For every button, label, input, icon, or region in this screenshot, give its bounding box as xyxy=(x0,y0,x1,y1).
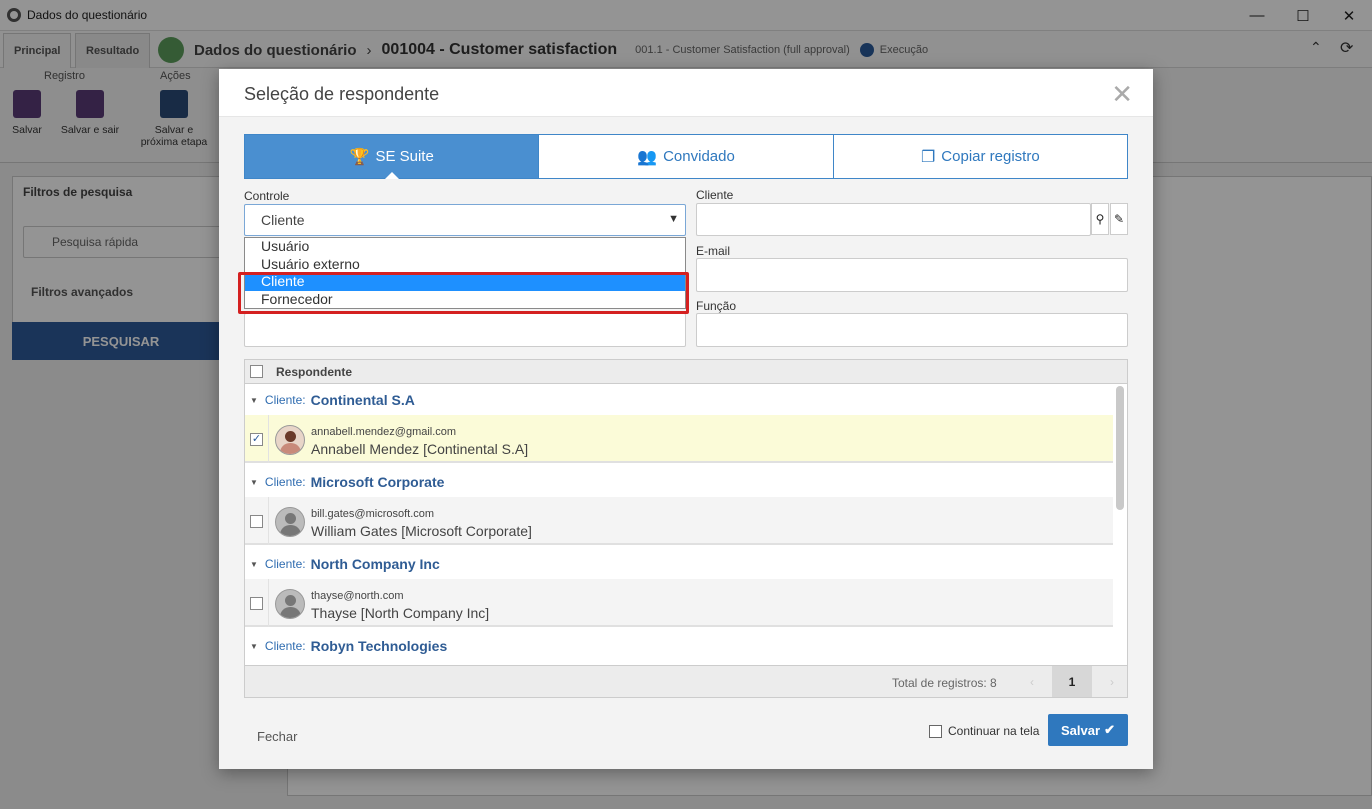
table-row[interactable]: bill.gates@microsoft.com William Gates [… xyxy=(245,497,1113,545)
select-all-checkbox[interactable] xyxy=(250,365,263,378)
close-icon[interactable]: ✕ xyxy=(1111,79,1133,110)
option-usuario-externo[interactable]: Usuário externo xyxy=(245,256,685,274)
respondent-email: thayse@north.com xyxy=(311,590,404,602)
cliente-label: Cliente xyxy=(696,188,734,202)
respondent-selection-dialog: Seleção de respondente ✕ 🏆 SE Suite 👥 Co… xyxy=(219,69,1153,769)
add-user-icon: 👥 xyxy=(637,148,658,166)
clear-icon[interactable]: ✎ xyxy=(1110,203,1128,235)
funcao-label: Função xyxy=(696,299,737,313)
cliente-input[interactable] xyxy=(696,203,1091,236)
hidden-field[interactable] xyxy=(244,313,686,347)
caret-down-icon: ▼ xyxy=(250,395,258,405)
respondent-name: William Gates [Microsoft Corporate] xyxy=(311,523,532,539)
save-dialog-button[interactable]: Salvar ✔ xyxy=(1048,714,1128,746)
respondent-email: annabell.mendez@gmail.com xyxy=(311,426,457,438)
caret-down-icon: ▼ xyxy=(250,477,258,487)
dialog-title: Seleção de respondente xyxy=(244,84,440,104)
email-field[interactable] xyxy=(696,258,1128,292)
option-usuario[interactable]: Usuário xyxy=(245,238,685,256)
respondent-grid: Respondente ▼ Cliente: Continental S.A ✓… xyxy=(244,359,1128,698)
tab-copiar-registro[interactable]: ❐ Copiar registro xyxy=(832,135,1127,178)
group-row[interactable]: ▼ Cliente: North Company Inc xyxy=(245,549,1113,579)
tab-convidado[interactable]: 👥 Convidado xyxy=(538,135,832,178)
avatar xyxy=(275,425,305,455)
caret-down-icon: ▼ xyxy=(250,559,258,569)
row-checkbox[interactable] xyxy=(250,515,263,528)
copy-icon: ❐ xyxy=(920,148,936,166)
avatar xyxy=(275,589,305,619)
grid-scrollbar[interactable] xyxy=(1116,386,1124,510)
grid-footer: Total de registros: 8 ‹ 1 › xyxy=(245,665,1127,697)
group-row[interactable]: ▼ Cliente: Continental S.A xyxy=(245,385,1113,415)
email-label: E-mail xyxy=(696,244,731,258)
respondent-email: bill.gates@microsoft.com xyxy=(311,508,435,520)
trophy-icon: 🏆 xyxy=(349,148,370,166)
avatar xyxy=(275,507,305,537)
dialog-header: Seleção de respondente ✕ xyxy=(219,69,1153,117)
group-row[interactable]: ▼ Cliente: Microsoft Corporate xyxy=(245,467,1113,497)
total-records: Total de registros: 8 xyxy=(892,676,997,690)
next-page-icon[interactable]: › xyxy=(1092,666,1127,697)
source-tabs: 🏆 SE Suite 👥 Convidado ❐ Copiar registro xyxy=(244,134,1128,179)
respondent-name: Annabell Mendez [Continental S.A] xyxy=(311,441,529,457)
row-checkbox[interactable] xyxy=(250,597,263,610)
prev-page-icon[interactable]: ‹ xyxy=(1012,666,1052,697)
continue-checkbox[interactable]: Continuar na tela xyxy=(929,724,1039,738)
respondent-name: Thayse [North Company Inc] xyxy=(311,605,490,621)
row-checkbox[interactable]: ✓ xyxy=(250,433,263,446)
caret-down-icon: ▼ xyxy=(250,641,258,651)
check-icon: ✔ xyxy=(1104,722,1115,737)
funcao-field[interactable] xyxy=(696,313,1128,347)
page-number[interactable]: 1 xyxy=(1052,666,1092,697)
chevron-down-icon: ▼ xyxy=(668,213,679,225)
group-row[interactable]: ▼ Cliente: Robyn Technologies xyxy=(245,631,1113,661)
annotation-highlight xyxy=(238,272,689,314)
column-respondente: Respondente xyxy=(276,365,353,379)
table-row[interactable]: ✓ annabell.mendez@gmail.com Annabell Men… xyxy=(245,415,1113,463)
grid-header: Respondente xyxy=(245,360,1127,384)
search-icon[interactable]: ⚲ xyxy=(1091,203,1109,235)
tab-se-suite[interactable]: 🏆 SE Suite xyxy=(245,135,539,179)
controle-select[interactable]: Cliente ▼ xyxy=(244,204,686,236)
checkbox[interactable] xyxy=(929,724,942,738)
table-row[interactable]: thayse@north.com Thayse [North Company I… xyxy=(245,579,1113,627)
controle-label: Controle xyxy=(244,189,290,203)
close-button[interactable]: Fechar xyxy=(257,729,297,744)
